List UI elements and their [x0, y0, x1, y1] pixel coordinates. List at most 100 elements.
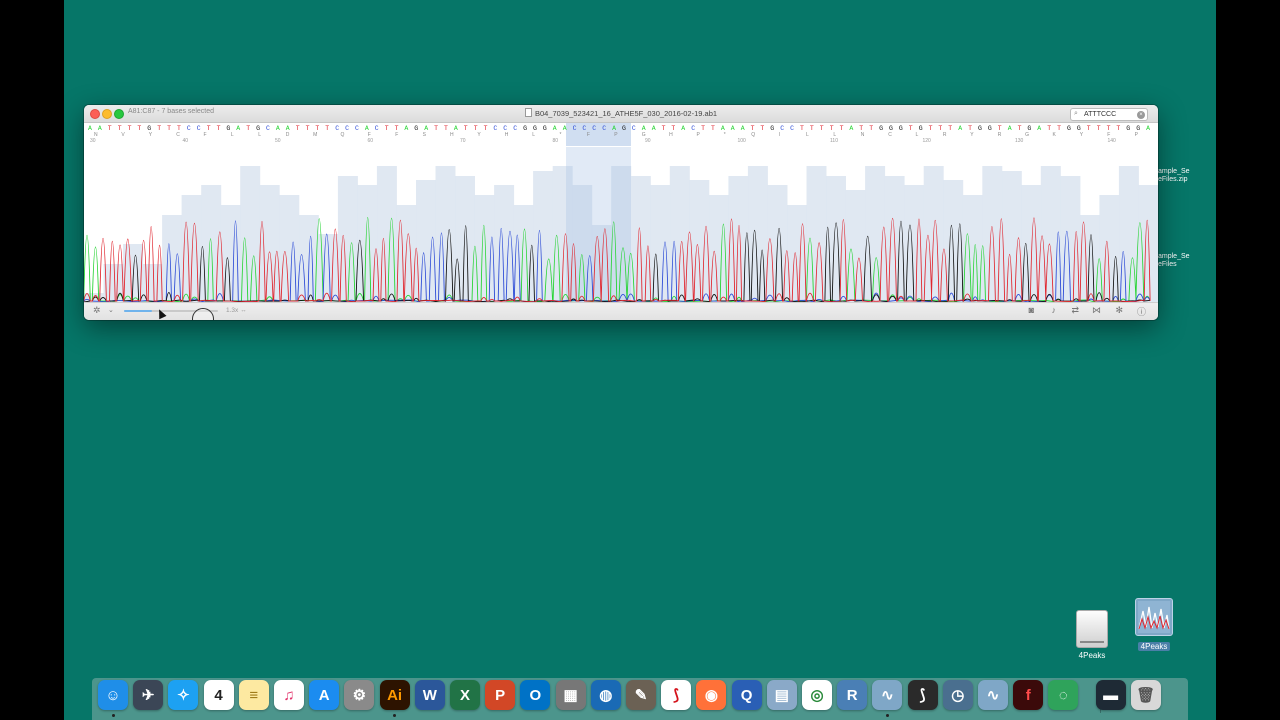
clear-search-icon[interactable]: × [1137, 110, 1145, 119]
base-letter: C [602, 125, 606, 132]
rocket-icon[interactable]: ✈ [133, 680, 164, 710]
desktop-drive-4peaks[interactable]: 4Peaks [1070, 610, 1114, 660]
sequence-strip[interactable]: AATTTTGTTTCCTTGATGCAATTTTCCCACTTAGATTATT… [84, 123, 1158, 146]
position-label: 40 [183, 138, 189, 144]
base-letter: G [770, 125, 774, 132]
base-letter: T [671, 125, 675, 132]
quality-bar [1079, 215, 1100, 303]
amino-acid-letter: Q [341, 132, 345, 138]
base-letter: G [523, 125, 527, 132]
folder-icon[interactable]: ▬ [1095, 680, 1126, 710]
flash-icon[interactable]: f [1013, 680, 1044, 710]
swap-icon[interactable]: ⇄ [1071, 305, 1079, 316]
amino-acid-letter: L [916, 132, 919, 138]
chevron-down-icon[interactable]: ⌄ [108, 306, 114, 314]
desktop-app-4peaks[interactable]: 4Peaks [1132, 598, 1176, 654]
acrobat-icon[interactable]: ⟆ [661, 680, 692, 710]
base-letter: T [760, 125, 764, 132]
dock-icon-glyph: Ai [387, 686, 403, 704]
base-letter: A [236, 125, 240, 132]
base-letter: G [1077, 125, 1081, 132]
base-letter: A [1008, 125, 1012, 132]
position-label: 120 [923, 138, 932, 144]
amino-acid-letter: L [231, 132, 234, 138]
firefox-icon[interactable]: ◉ [696, 680, 727, 710]
amino-acid-letter: F [204, 132, 207, 138]
illustrator-icon[interactable]: Ai [379, 680, 410, 710]
music-note-icon[interactable]: ♫ [274, 680, 304, 710]
base-letter: A [642, 125, 646, 132]
base-letter: C [345, 125, 349, 132]
chrome-icon[interactable]: ◎ [802, 680, 832, 710]
base-letter: T [325, 125, 329, 132]
time-machine-icon[interactable]: ◷ [942, 680, 973, 710]
quality-bar [669, 166, 690, 303]
search-field[interactable]: ⌕ ATTTCCC × [1070, 108, 1148, 121]
trash-icon[interactable]: 🗑 [1130, 680, 1161, 710]
position-label: 100 [738, 138, 747, 144]
base-letter: T [1097, 125, 1101, 132]
chromatogram-icon [1135, 598, 1173, 636]
compass-icon[interactable]: ✧ [168, 680, 199, 710]
settings-sparkle-icon[interactable]: ✻ [1115, 305, 1123, 316]
chromatogram-icon[interactable]: ∿ [978, 680, 1008, 710]
gear-icon[interactable]: ⚙ [344, 680, 375, 710]
base-letter: G [1136, 125, 1140, 132]
base-letter: T [177, 125, 181, 132]
excel-icon[interactable]: X [450, 680, 480, 710]
base-letter: G [889, 125, 893, 132]
dock-icon-glyph: ∿ [881, 687, 894, 704]
quicktime-icon[interactable]: Q [731, 680, 762, 710]
microphone-icon[interactable]: ♪ [1052, 305, 1057, 315]
camera-icon[interactable]: ◙ [1029, 305, 1034, 315]
position-label: 90 [645, 138, 651, 144]
acrobat-reader-icon[interactable]: ⟆ [907, 680, 938, 710]
zoom-slider-knob[interactable] [192, 308, 214, 320]
globe-icon[interactable]: ◍ [590, 680, 621, 710]
base-letter: A [721, 125, 725, 132]
base-letter: G [1126, 125, 1130, 132]
info-icon[interactable]: ⓘ [1137, 305, 1146, 318]
gimp-icon[interactable]: ✎ [626, 680, 656, 710]
base-letter: C [780, 125, 784, 132]
base-letter: T [929, 125, 933, 132]
amino-acid-letter: L [806, 132, 809, 138]
base-letter: T [315, 125, 319, 132]
lens-icon[interactable]: ◌ [1048, 680, 1079, 710]
search-value: ATTTCCC [1084, 110, 1117, 118]
bottom-toolbar: ✲ ⌄ 1.3x ↔ ◙ ♪ ⇄ ⋈ ✻ ⓘ [84, 302, 1158, 320]
quality-bar [357, 185, 378, 303]
quality-bar [904, 185, 925, 303]
base-letter: A [424, 125, 428, 132]
base-letter: C [632, 125, 636, 132]
amino-acid-letter: S [423, 132, 427, 138]
base-letter: C [691, 125, 695, 132]
dock-icon-glyph: ⟆ [673, 687, 680, 704]
base-letter: G [256, 125, 260, 132]
chromatogram-trace[interactable] [84, 147, 1158, 303]
base-letter: C [790, 125, 794, 132]
zoom-slider[interactable] [124, 308, 218, 320]
base-letter: T [840, 125, 844, 132]
word-icon[interactable]: W [414, 680, 445, 710]
title-bar[interactable]: A81:C87 - 7 bases selected B04_7039_5234… [84, 105, 1158, 123]
outlook-icon[interactable]: O [520, 680, 551, 710]
calculator-icon[interactable]: ▦ [555, 680, 586, 710]
quality-bar [455, 176, 475, 303]
notes-icon[interactable]: ≡ [238, 680, 269, 710]
r-icon[interactable]: R [837, 680, 868, 710]
calendar-icon[interactable]: 4 [203, 680, 234, 710]
base-letter: A [741, 125, 745, 132]
base-letter: T [118, 125, 122, 132]
chromatogram-icon[interactable]: ∿ [872, 680, 903, 710]
quality-bar [1138, 185, 1158, 303]
preview-icon[interactable]: ▤ [766, 680, 797, 710]
bowtie-icon[interactable]: ⋈ [1092, 305, 1101, 316]
dock-icon-glyph: ∿ [986, 687, 1000, 704]
gear-icon[interactable]: ✲ [93, 305, 101, 316]
app-store-icon[interactable]: A [309, 680, 340, 710]
base-letter: C [266, 125, 270, 132]
position-label: 60 [368, 138, 374, 144]
finder-icon[interactable]: ☺ [98, 680, 128, 710]
powerpoint-icon[interactable]: P [485, 680, 516, 710]
